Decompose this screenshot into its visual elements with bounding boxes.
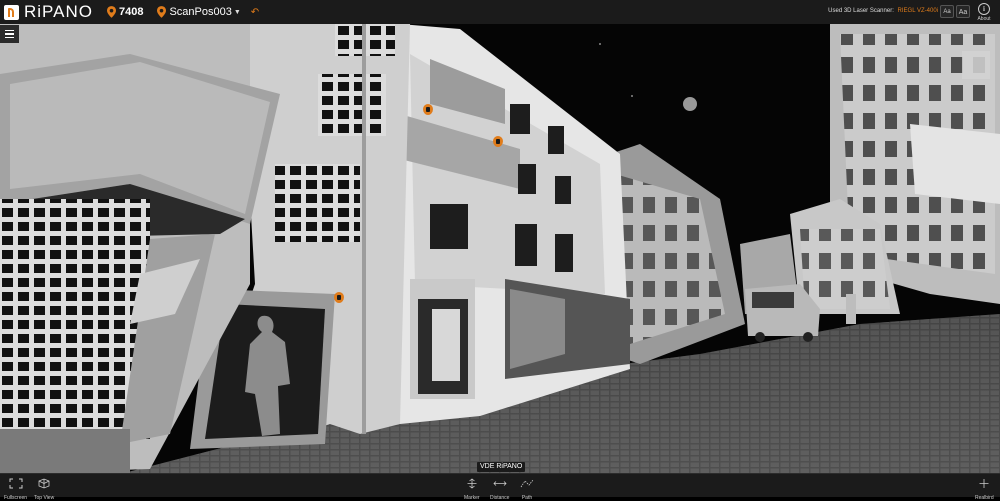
scanner-model[interactable]: RIEGL VZ-400i: [898, 8, 938, 14]
menu-icon: [5, 29, 14, 32]
fullscreen-icon: [9, 478, 23, 489]
about-label: About: [977, 16, 991, 22]
realbird-icon: [979, 479, 989, 488]
fullscreen-button[interactable]: Fullscreen: [4, 476, 27, 501]
about-button[interactable]: i About: [974, 3, 994, 22]
scanner-label: Used 3D Laser Scanner:: [828, 8, 894, 14]
point-cloud-scene: [0, 24, 1000, 474]
panorama-viewport[interactable]: [0, 24, 1000, 474]
scan-position-label: ScanPos003: [169, 6, 232, 18]
font-size-large-button[interactable]: Aa: [956, 5, 970, 18]
scanner-info: Used 3D Laser Scanner: RIEGL VZ-400i: [828, 8, 938, 14]
watermark: VDE RiPANO: [477, 462, 526, 472]
font-size-small-button[interactable]: Aa: [940, 5, 954, 18]
location-pin-icon: [157, 6, 167, 18]
logo: RiPANO: [4, 2, 93, 22]
undo-icon[interactable]: ↶: [251, 7, 259, 18]
path-icon: [520, 479, 534, 488]
minimap[interactable]: [962, 51, 990, 79]
path-button[interactable]: Path: [520, 476, 534, 501]
logo-text: RiPANO: [24, 2, 93, 21]
marker-button[interactable]: Marker: [464, 476, 480, 501]
marker-icon: [467, 478, 477, 489]
menu-button[interactable]: [0, 25, 19, 43]
menu-icon-bar: [5, 33, 14, 35]
top-view-button[interactable]: Top View: [34, 476, 54, 501]
bottom-toolbar: Fullscreen Top View Marker Distance Path…: [0, 473, 1000, 501]
top-bar: RiPANO 7408 ScanPos003 ▼ ↶ Used 3D Laser…: [0, 0, 1000, 25]
scan-position-select[interactable]: ScanPos003 ▼: [169, 6, 240, 18]
distance-icon: [493, 481, 507, 486]
chevron-down-icon: ▼: [233, 8, 241, 16]
logo-mark-icon: [4, 4, 19, 20]
top-view-icon: [38, 478, 50, 489]
info-icon: i: [978, 3, 990, 15]
distance-button[interactable]: Distance: [490, 476, 509, 501]
scan-count: 7408: [118, 6, 144, 18]
realbird-button[interactable]: Realbird: [975, 476, 994, 501]
location-pin-icon: [106, 6, 116, 18]
menu-icon-bar: [5, 36, 14, 39]
